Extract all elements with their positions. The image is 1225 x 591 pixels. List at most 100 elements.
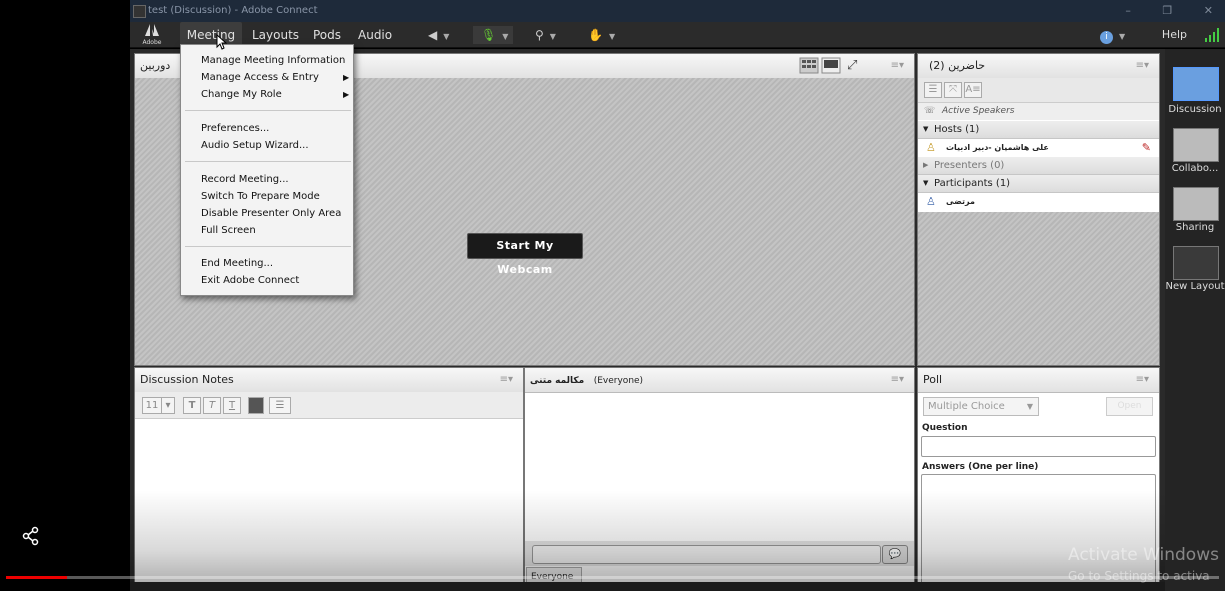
chevron-down-icon[interactable]: ▾	[161, 397, 175, 414]
menu-item-manage-meeting-info[interactable]: Manage Meeting Information	[201, 54, 345, 68]
speech-bubble-icon: 💬	[888, 549, 902, 560]
active-speakers-row: ☏ Active Speakers	[918, 103, 1159, 120]
italic-icon[interactable]: T	[203, 397, 221, 414]
menu-item-full-screen[interactable]: Full Screen	[201, 224, 256, 238]
minimize-icon[interactable]: –	[1125, 4, 1131, 17]
poll-type-select[interactable]: Multiple Choice ▼	[923, 397, 1039, 416]
layout-discussion-label[interactable]: Discussion	[1165, 104, 1225, 115]
expanded-triangle-icon: ▼	[923, 125, 929, 133]
layout-new-thumb[interactable]	[1173, 246, 1219, 280]
hosts-section[interactable]: ▼ Hosts (1)	[918, 121, 1159, 139]
send-message-button[interactable]: 💬	[882, 545, 908, 564]
pod-menu-icon[interactable]: ≡▾	[1136, 368, 1149, 392]
close-icon[interactable]: ✕	[1204, 4, 1213, 17]
pod-menu-icon[interactable]: ≡▾	[891, 54, 904, 78]
chat-pod-header: مکالمه متنی (Everyone) ≡▾	[525, 368, 914, 393]
start-webcam-button[interactable]: Start My Webcam	[467, 233, 583, 276]
participant-attendee[interactable]: ♙ مرتضی	[918, 193, 1159, 210]
host-user-icon: ♙	[926, 141, 936, 154]
speaker-icon: ◀	[428, 28, 438, 42]
font-size-select[interactable]: 11	[142, 397, 162, 414]
webcam-pod-title: دوربین	[140, 59, 171, 72]
layout-collaboration-thumb[interactable]	[1173, 128, 1219, 162]
layout-sharing-label[interactable]: Sharing	[1165, 222, 1225, 233]
menu-item-disable-presenter-area[interactable]: Disable Presenter Only Area	[201, 207, 341, 221]
chevron-down-icon: ▼	[549, 32, 556, 41]
menu-item-manage-access[interactable]: Manage Access & Entry ▶	[201, 71, 351, 85]
mic-muted-icon: ✎	[1141, 141, 1151, 154]
pod-menu-icon[interactable]: ≡▾	[500, 368, 513, 392]
text-color-icon[interactable]	[248, 397, 264, 414]
participants-label: Participants (1)	[934, 178, 1011, 189]
speaker-button[interactable]: ◀ ▼	[428, 26, 449, 44]
chevron-down-icon: ▼	[443, 32, 450, 41]
notes-pod-header: Discussion Notes ≡▾	[135, 368, 523, 393]
restore-icon[interactable]: ❐	[1162, 4, 1172, 17]
menu-help[interactable]: Help	[1162, 22, 1187, 48]
question-input[interactable]	[921, 436, 1156, 457]
layout-sharing-thumb[interactable]	[1173, 187, 1219, 221]
chat-input[interactable]	[532, 545, 881, 564]
share-icon[interactable]	[20, 525, 42, 547]
status-view-icon[interactable]: A≡	[964, 82, 982, 98]
activate-windows-watermark: Activate Windows	[1068, 545, 1219, 565]
attendee-toolbar: ☰ ⤧ A≡	[918, 78, 1159, 103]
menu-item-record-meeting[interactable]: Record Meeting...	[201, 173, 289, 187]
notes-pod-title: Discussion Notes	[140, 373, 234, 386]
meeting-menu-dropdown: Manage Meeting Information Manage Access…	[180, 44, 354, 296]
host-attendee[interactable]: ♙ علی هاشمیان -دبیر ادبیات ✎	[918, 139, 1159, 156]
bullet-list-icon[interactable]: ☰	[269, 397, 291, 414]
chat-messages	[525, 393, 914, 541]
webcam-button[interactable]: ⚲ ▼	[535, 26, 556, 44]
fullscreen-icon[interactable]: ⤢	[847, 57, 857, 74]
menu-item-exit[interactable]: Exit Adobe Connect	[201, 274, 299, 288]
menu-item-prepare-mode[interactable]: Switch To Prepare Mode	[201, 190, 320, 204]
menu-separator	[185, 110, 351, 111]
grid-view-icon[interactable]	[799, 57, 819, 74]
menu-item-change-role[interactable]: Change My Role ▶	[201, 88, 351, 102]
breakout-icon[interactable]: ⤧	[944, 82, 962, 98]
poll-type-value: Multiple Choice	[928, 401, 1005, 412]
connection-strength-icon	[1205, 28, 1219, 42]
menu-item-end-meeting[interactable]: End Meeting...	[201, 257, 273, 271]
raise-hand-icon: ✋	[588, 28, 603, 42]
menu-separator	[185, 246, 351, 247]
window-titlebar: test (Discussion) - Adobe Connect – ❐ ✕	[130, 0, 1225, 22]
menu-item-preferences[interactable]: Preferences...	[201, 122, 269, 136]
layout-discussion-thumb[interactable]	[1173, 67, 1219, 101]
adobe-logo: Adobe	[142, 24, 162, 46]
notes-text-area[interactable]	[135, 419, 523, 588]
menu-audio[interactable]: Audio	[358, 22, 392, 48]
webcam-icon: ⚲	[535, 28, 544, 42]
hosts-label: Hosts (1)	[934, 124, 980, 135]
pod-menu-icon[interactable]: ≡▾	[1136, 54, 1149, 78]
info-button[interactable]: i ▼	[1100, 26, 1125, 44]
raise-hand-button[interactable]: ✋ ▼	[588, 26, 615, 44]
menu-item-audio-setup[interactable]: Audio Setup Wizard...	[201, 139, 309, 153]
pod-menu-icon[interactable]: ≡▾	[891, 368, 904, 392]
answers-input[interactable]	[921, 474, 1156, 584]
chevron-down-icon: ▼	[1026, 402, 1033, 411]
attendees-pod-header: حاضرین (2) ≡▾	[918, 54, 1159, 79]
notes-toolbar: 11 ▾ T T T ☰	[135, 392, 523, 419]
mouse-cursor-icon	[216, 34, 228, 50]
list-view-icon[interactable]: ☰	[924, 82, 942, 98]
microphone-button[interactable]: 🎙 ▼	[473, 26, 513, 44]
window-title: test (Discussion) - Adobe Connect	[148, 5, 318, 16]
single-view-icon[interactable]	[821, 57, 841, 74]
underline-icon[interactable]: T	[223, 397, 241, 414]
host-name: علی هاشمیان -دبیر ادبیات	[946, 143, 1049, 152]
notes-pod: Discussion Notes ≡▾ 11 ▾ T T T ☰	[134, 367, 524, 589]
layout-new-label[interactable]: New Layout	[1165, 281, 1225, 292]
video-progress-fill	[6, 576, 67, 579]
submenu-arrow-icon: ▶	[343, 90, 350, 99]
participants-section[interactable]: ▼ Participants (1)	[918, 175, 1159, 193]
attendee-count: (2)	[929, 59, 945, 72]
participant-user-icon: ♙	[926, 195, 936, 208]
poll-open-button[interactable]: Open	[1106, 397, 1153, 416]
chevron-down-icon: ▼	[608, 32, 616, 41]
presenters-section[interactable]: ▶ Presenters (0)	[918, 157, 1159, 175]
bold-icon[interactable]: T	[183, 397, 201, 414]
layout-collaboration-label[interactable]: Collabo...	[1165, 163, 1225, 174]
video-progress-track[interactable]	[6, 576, 1219, 579]
